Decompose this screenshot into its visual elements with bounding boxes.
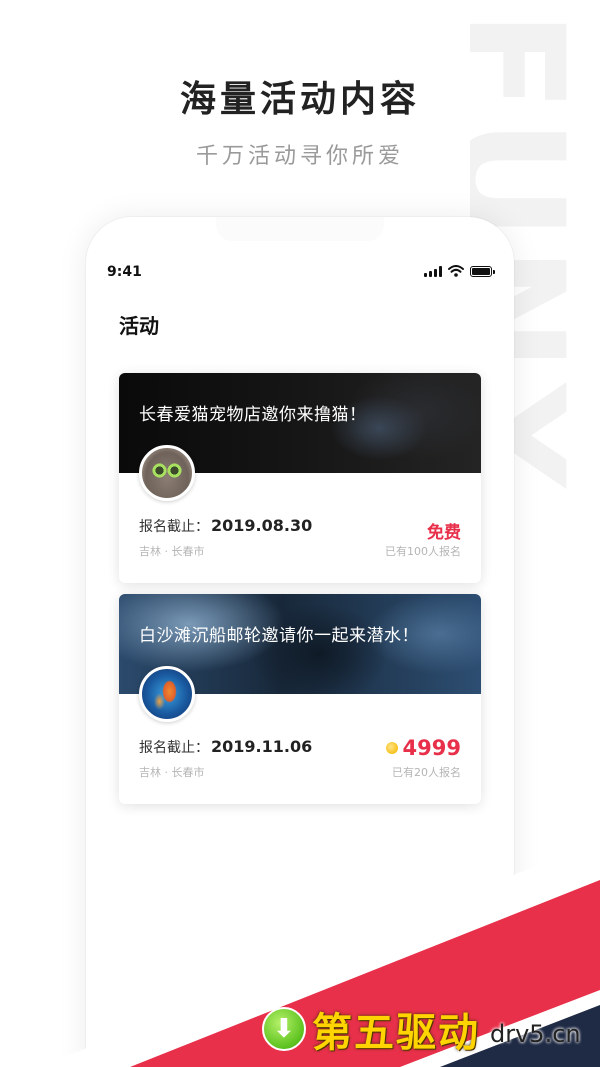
download-arrow-icon: ⬇ xyxy=(262,1007,306,1051)
event-location: 吉林 · 长春市 xyxy=(139,766,205,779)
hero-subtitle: 千万活动寻你所爱 xyxy=(195,144,404,169)
hero-title: 海量活动内容 xyxy=(179,79,420,120)
page-title: 活动 xyxy=(119,314,159,338)
watermark-cn: 第五驱动 xyxy=(312,1010,480,1056)
price-value: 免费 xyxy=(427,523,461,543)
status-icons xyxy=(424,265,495,277)
phone-mockup: 9:41 活动 长春爱猫宠物店邀你来撸猫！ 报名截止： 2019.08.30 吉林… xyxy=(86,217,514,1067)
coin-icon xyxy=(385,742,398,754)
event-card[interactable]: 长春爱猫宠物店邀你来撸猫！ 报名截止： 2019.08.30 吉林 · 长春市 免… xyxy=(119,373,481,583)
site-watermark: ⬇ 第五驱动 drv5.cn xyxy=(262,1000,581,1058)
battery-icon xyxy=(470,266,495,277)
deadline-label: 报名截止： xyxy=(139,519,209,535)
price-value: 4999 xyxy=(402,736,461,760)
event-title: 白沙滩沉船邮轮邀请你一起来潜水！ xyxy=(139,626,419,646)
event-location: 吉林 · 长春市 xyxy=(139,545,205,558)
cellular-signal-icon xyxy=(424,266,442,277)
cat-avatar xyxy=(139,445,195,501)
battery-fill xyxy=(472,268,490,275)
event-price: 免费 xyxy=(427,518,461,543)
event-title: 长春爱猫宠物店邀你来撸猫！ xyxy=(139,405,367,425)
phone-notch xyxy=(216,217,384,241)
event-price: 4999 xyxy=(385,736,461,760)
deadline-date: 2019.08.30 xyxy=(211,516,313,535)
watermark-en: drv5.cn xyxy=(490,1020,581,1048)
event-signups: 已有20人报名 xyxy=(392,766,461,779)
event-card[interactable]: 白沙滩沉船邮轮邀请你一起来潜水！ 报名截止： 2019.11.06 吉林 · 长春… xyxy=(119,594,481,804)
wifi-icon xyxy=(448,265,464,277)
event-signups: 已有100人报名 xyxy=(385,545,461,558)
event-deadline: 报名截止： 2019.11.06 xyxy=(139,737,312,757)
koi-avatar xyxy=(139,666,195,722)
event-deadline: 报名截止： 2019.08.30 xyxy=(139,516,312,536)
deadline-label: 报名截止： xyxy=(139,740,209,756)
deadline-date: 2019.11.06 xyxy=(211,737,313,756)
status-time: 9:41 xyxy=(107,264,142,280)
